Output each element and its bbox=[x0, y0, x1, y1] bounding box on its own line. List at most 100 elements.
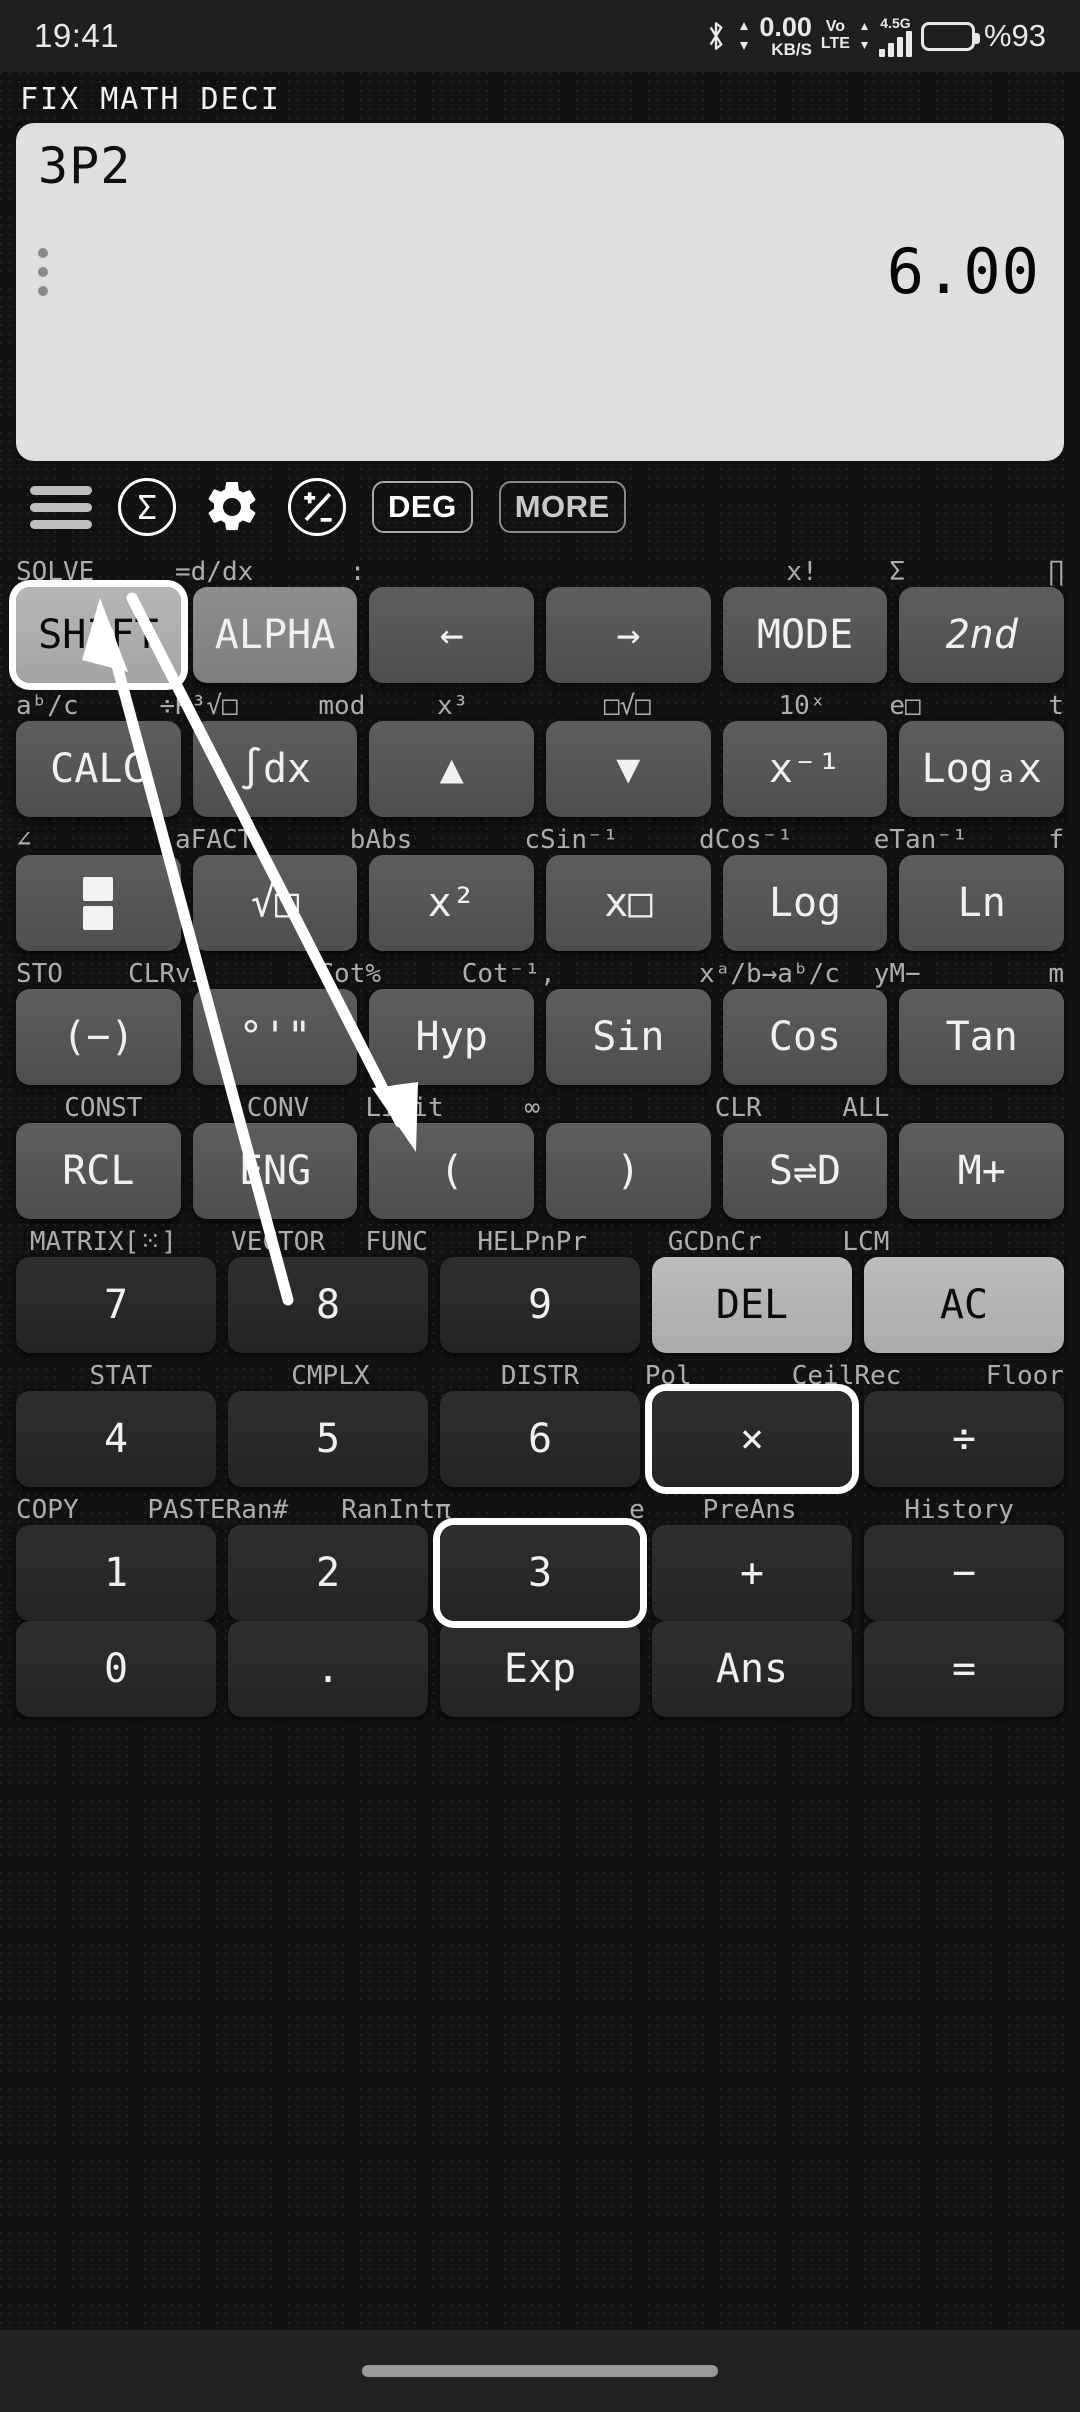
plus-minus-icon[interactable] bbox=[288, 478, 346, 536]
key-[interactable]: = bbox=[864, 1621, 1064, 1717]
key-secondary-label: d/dx: bbox=[191, 557, 366, 587]
key-mode[interactable]: MODE bbox=[722, 587, 888, 683]
key-8[interactable]: 8 bbox=[228, 1257, 428, 1353]
key-[interactable]: ) bbox=[546, 1123, 711, 1219]
secondary-label-right: Floor bbox=[985, 1361, 1064, 1391]
key-label-row: CONST CONV Limit ∞ CLR ALL bbox=[16, 1085, 1064, 1123]
signal-bars-icon: 4.5G bbox=[878, 16, 912, 57]
key-row: CALC ∫dx ▲ ▼ x⁻¹ Logₐx bbox=[16, 721, 1065, 817]
key-ac[interactable]: AC bbox=[864, 1257, 1064, 1353]
secondary-label-right: GCD bbox=[667, 1227, 715, 1257]
key-ans[interactable]: Ans bbox=[652, 1621, 852, 1717]
key-rcl[interactable]: RCL bbox=[16, 1123, 181, 1219]
fraction-icon bbox=[83, 876, 114, 930]
key-alpha[interactable]: ALPHA bbox=[192, 587, 358, 683]
key-cos[interactable]: Cos bbox=[722, 989, 888, 1085]
secondary-label-right: b bbox=[349, 825, 366, 855]
more-button[interactable]: MORE bbox=[498, 481, 626, 533]
secondary-label-right: ÷R bbox=[159, 691, 191, 721]
secondary-label-left: % bbox=[365, 959, 381, 989]
calculator-display[interactable]: 3P2 6.00 bbox=[16, 123, 1064, 461]
key-secondary-label: % Cot⁻¹ bbox=[365, 959, 540, 989]
key-[interactable]: × bbox=[652, 1391, 852, 1487]
key-4[interactable]: 4 bbox=[16, 1391, 216, 1487]
key-0[interactable]: 0 bbox=[16, 1621, 216, 1717]
key-log[interactable]: Log bbox=[722, 855, 888, 951]
key-3[interactable]: 3 bbox=[440, 1525, 640, 1621]
key-fraction[interactable] bbox=[16, 855, 181, 951]
battery-icon bbox=[920, 21, 980, 51]
key-[interactable]: ( bbox=[369, 1123, 535, 1219]
key-row: 4 5 6 × ÷ bbox=[16, 1391, 1064, 1487]
secondary-label-right: PASTE bbox=[147, 1495, 226, 1525]
key-label-row: MATRIX[⁙] VECTOR FUNC HELP nPr GCD nCr LCM bbox=[16, 1219, 1064, 1257]
key-2[interactable]: 2 bbox=[228, 1525, 428, 1621]
key-[interactable]: ▼ bbox=[546, 721, 711, 817]
display-result-row: 6.00 bbox=[38, 235, 1040, 308]
key-7[interactable]: 7 bbox=[16, 1257, 216, 1353]
sigma-icon[interactable]: Σ bbox=[118, 478, 176, 536]
key-secondary-label: ᵃ/b→aᵇ/c y bbox=[715, 959, 890, 989]
key-dx[interactable]: ∫dx bbox=[192, 721, 358, 817]
key-[interactable]: °'" bbox=[192, 989, 358, 1085]
key-[interactable]: . bbox=[228, 1621, 428, 1717]
secondary-label-center: MATRIX[⁙] bbox=[29, 1227, 177, 1257]
secondary-label-left: SOLVE bbox=[16, 557, 95, 587]
key-[interactable]: + bbox=[652, 1525, 852, 1621]
key-hyp[interactable]: Hyp bbox=[369, 989, 535, 1085]
key-9[interactable]: 9 bbox=[440, 1257, 640, 1353]
key-x[interactable]: x⁻¹ bbox=[722, 721, 888, 817]
key-row: √□ x² x□ Log Ln bbox=[16, 855, 1065, 951]
secondary-label-left: Cos⁻¹ bbox=[714, 825, 793, 855]
key-secondary-label: History bbox=[854, 1495, 1064, 1525]
key-[interactable]: ÷ bbox=[864, 1391, 1064, 1487]
key-label-row: STAT CMPLX DISTR Pol Ceil Rec Floor bbox=[16, 1353, 1064, 1391]
key-tan[interactable]: Tan bbox=[899, 989, 1065, 1085]
secondary-label-left: nPr bbox=[540, 1227, 587, 1257]
secondary-label-right: RanInt bbox=[341, 1495, 436, 1525]
key-[interactable]: √□ bbox=[192, 855, 358, 951]
key-exp[interactable]: Exp bbox=[440, 1621, 640, 1717]
secondary-label-left: Sin⁻¹ bbox=[540, 825, 619, 855]
key-ln[interactable]: Ln bbox=[899, 855, 1065, 951]
key-secondary-label: FUNC HELP bbox=[365, 1227, 540, 1257]
secondary-label-left: Limit bbox=[365, 1093, 444, 1123]
key-x[interactable]: x□ bbox=[546, 855, 711, 951]
gear-icon[interactable] bbox=[202, 477, 262, 537]
secondary-label-right: f bbox=[1048, 825, 1065, 855]
key-del[interactable]: DEL bbox=[652, 1257, 852, 1353]
key-secondary-label: πe bbox=[435, 1495, 645, 1525]
key-row: 0. Exp Ans = bbox=[16, 1621, 1064, 1717]
key-x[interactable]: x² bbox=[369, 855, 535, 951]
secondary-label-center: CMPLX bbox=[291, 1361, 370, 1391]
key-secondary-label: STO CLRv bbox=[16, 959, 191, 989]
key-secondary-label: Rec Floor bbox=[854, 1361, 1064, 1391]
secondary-label-left: FACT bbox=[190, 825, 254, 855]
key-[interactable]: − bbox=[864, 1525, 1064, 1621]
key-1[interactable]: 1 bbox=[16, 1525, 216, 1621]
key-5[interactable]: 5 bbox=[228, 1391, 428, 1487]
key-[interactable]: ▲ bbox=[369, 721, 535, 817]
gesture-pill[interactable] bbox=[362, 2365, 718, 2377]
key-eng[interactable]: ENG bbox=[192, 1123, 358, 1219]
key-shift[interactable]: SHIFT bbox=[16, 587, 181, 683]
key-secondary-label: MATRIX[⁙] bbox=[16, 1227, 191, 1257]
deg-mode-button[interactable]: DEG bbox=[372, 481, 473, 533]
key-2nd[interactable]: 2nd bbox=[899, 587, 1065, 683]
secondary-label-left: FUNC bbox=[365, 1227, 428, 1257]
key-calc[interactable]: CALC bbox=[16, 721, 181, 817]
key-[interactable]: ← bbox=[369, 587, 535, 683]
key-log-x[interactable]: Logₐx bbox=[899, 721, 1065, 817]
key-[interactable]: → bbox=[546, 587, 711, 683]
key-s-d[interactable]: S⇌D bbox=[722, 1123, 888, 1219]
hamburger-menu-icon[interactable] bbox=[30, 485, 92, 529]
secondary-label-left: STO bbox=[16, 959, 63, 989]
secondary-label-right: a bbox=[175, 825, 191, 855]
key-[interactable]: (−) bbox=[16, 989, 181, 1085]
key-6[interactable]: 6 bbox=[440, 1391, 640, 1487]
kebab-menu-icon[interactable] bbox=[38, 247, 48, 296]
key-secondary-label: SOLVE = bbox=[16, 557, 191, 587]
secondary-label-center: x! bbox=[786, 557, 818, 587]
key-m[interactable]: M+ bbox=[899, 1123, 1065, 1219]
key-sin[interactable]: Sin bbox=[546, 989, 711, 1085]
